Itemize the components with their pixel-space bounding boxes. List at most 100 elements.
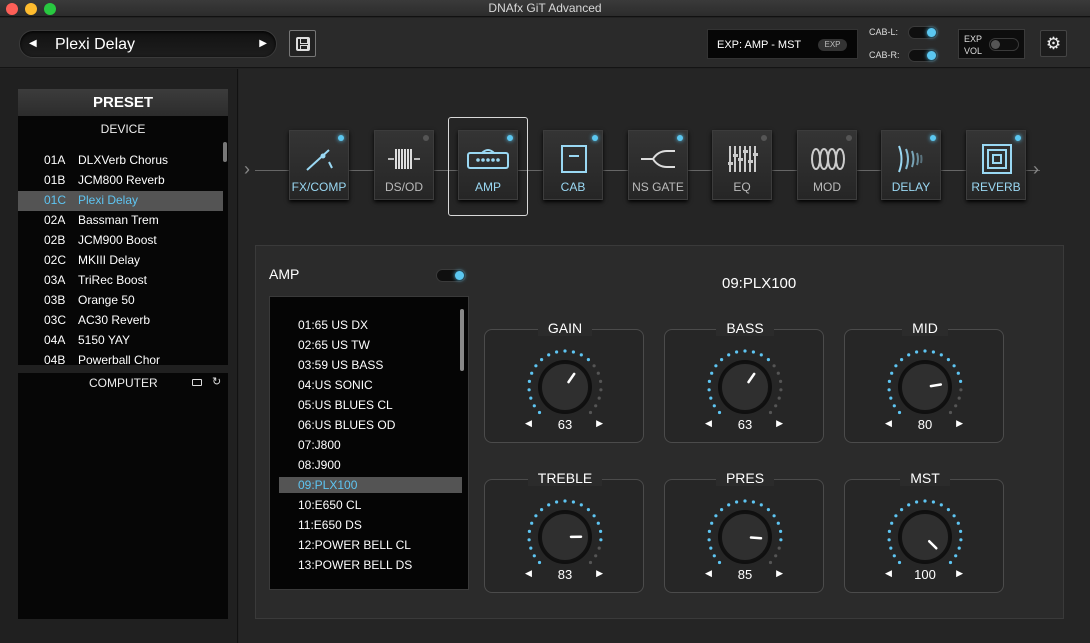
knob-gain: GAIN ◀ 63 ▶: [484, 320, 644, 443]
preset-list-item[interactable]: 03A TriRec Boost: [18, 271, 223, 291]
increase-arrow-icon[interactable]: ▶: [956, 418, 963, 429]
exp-vol-label-line1: EXP: [964, 34, 983, 44]
gear-icon: ⚙: [1045, 34, 1062, 53]
preset-list-item[interactable]: 02C MKIII Delay: [18, 251, 223, 271]
increase-arrow-icon[interactable]: ▶: [956, 568, 963, 579]
ns-gate-icon: [628, 144, 688, 174]
amp-model-item[interactable]: 06:US BLUES OD: [279, 417, 462, 433]
block-label: MOD: [813, 180, 841, 194]
chain-block-reverb[interactable]: REVERB: [966, 130, 1026, 200]
preset-name: 5150 YAY: [78, 333, 131, 347]
preset-name: Plexi Delay: [78, 193, 139, 207]
preset-list-item[interactable]: 01B JCM800 Reverb: [18, 171, 223, 191]
preset-list-item[interactable]: 04A 5150 YAY: [18, 331, 223, 351]
close-window-button[interactable]: [6, 3, 18, 15]
amp-model-item[interactable]: 12:POWER BELL CL: [279, 537, 462, 553]
cab-l-toggle[interactable]: [908, 26, 938, 39]
amp-model-item[interactable]: 01:65 US DX: [279, 317, 462, 333]
save-icon: [296, 37, 310, 51]
preset-list-item[interactable]: 02A Bassman Trem: [18, 211, 223, 231]
preset-code: 01A: [44, 153, 66, 167]
save-button[interactable]: [289, 30, 316, 57]
preset-name: Orange 50: [78, 293, 135, 307]
knob-pres: PRES ◀ 85 ▶: [664, 470, 824, 593]
amp-model-item[interactable]: 04:US SONIC: [279, 377, 462, 393]
block-label: EQ: [733, 180, 751, 194]
preset-list-item[interactable]: 03C AC30 Reverb: [18, 311, 223, 331]
knob-value: 85: [737, 567, 753, 582]
preset-name: Plexi Delay: [55, 36, 136, 53]
knob-value: 63: [737, 417, 753, 432]
title-bar: DNAfx GiT Advanced: [0, 0, 1090, 17]
exp-vol-panel: EXP VOL: [958, 29, 1025, 59]
block-status-led[interactable]: [761, 135, 767, 141]
knob-label: GAIN: [537, 320, 593, 336]
amp-model-list[interactable]: 01:65 US DX 02:65 US TW 03:59 US BASS 04:US…: [269, 296, 469, 590]
preset-list-item[interactable]: 03B Orange 50: [18, 291, 223, 311]
chain-block-eq[interactable]: EQ: [712, 130, 772, 200]
preset-name: Bassman Trem: [78, 213, 159, 227]
knob-label: PRES: [715, 470, 775, 486]
amp-enable-toggle[interactable]: [436, 269, 466, 282]
block-status-led[interactable]: [423, 135, 429, 141]
exp-badge[interactable]: EXP: [818, 39, 847, 51]
block-label: DS/OD: [384, 180, 423, 194]
zoom-window-button[interactable]: [44, 3, 56, 15]
computer-preset-list[interactable]: COMPUTER ↻: [18, 373, 228, 619]
preset-list-item[interactable]: 02B JCM900 Boost: [18, 231, 223, 251]
device-preset-list[interactable]: DEVICE 01A DLXVerb Chorus 01B JCM800 Reverb…: [18, 116, 228, 367]
block-label: REVERB: [971, 180, 1021, 194]
folder-icon[interactable]: [192, 379, 202, 386]
refresh-icon[interactable]: ↻: [212, 375, 221, 388]
amp-model-item[interactable]: 05:US BLUES CL: [279, 397, 462, 413]
block-status-led[interactable]: [1015, 135, 1021, 141]
preset-code: 01C: [44, 193, 67, 207]
next-preset-arrow-icon[interactable]: ▶: [259, 38, 267, 49]
knob-label: BASS: [716, 320, 774, 336]
chain-block-cab[interactable]: CAB: [543, 130, 603, 200]
preset-code: 02C: [44, 253, 67, 267]
amp-model-item[interactable]: 11:E650 DS: [279, 517, 462, 533]
chain-block-mod[interactable]: MOD: [797, 130, 857, 200]
preset-list-item[interactable]: 04B Powerball Chor: [18, 351, 223, 371]
chain-block-delay[interactable]: DELAY: [881, 130, 941, 200]
amp-model-item[interactable]: 02:65 US TW: [279, 337, 462, 353]
preset-list-scrollbar[interactable]: [223, 142, 227, 162]
amp-model-item[interactable]: 07:J800: [279, 437, 462, 453]
chain-block-fx-comp[interactable]: FX/COMP: [289, 130, 349, 200]
block-status-led[interactable]: [338, 135, 344, 141]
expression-assign-display: EXP: AMP - MST EXP: [707, 29, 858, 59]
eq-icon: [712, 144, 772, 174]
preset-code: 01B: [44, 173, 66, 187]
chain-block-ds-od[interactable]: DS/OD: [374, 130, 434, 200]
block-status-led[interactable]: [677, 135, 683, 141]
cab-l-label: CAB-L:: [869, 27, 899, 37]
amp-model-item[interactable]: 08:J900: [279, 457, 462, 473]
exp-vol-toggle[interactable]: [989, 38, 1019, 51]
cab-r-toggle[interactable]: [908, 49, 938, 62]
amp-model-item[interactable]: 09:PLX100: [279, 477, 462, 493]
block-status-led[interactable]: [846, 135, 852, 141]
increase-arrow-icon[interactable]: ▶: [776, 568, 783, 579]
settings-button[interactable]: ⚙: [1040, 30, 1067, 57]
preset-list-item[interactable]: 01C Plexi Delay: [18, 191, 223, 211]
amp-model-item[interactable]: 10:E650 CL: [279, 497, 462, 513]
knob-value: 83: [557, 567, 573, 582]
increase-arrow-icon[interactable]: ▶: [776, 418, 783, 429]
app-window: DNAfx GiT Advanced ◀ Plexi Delay ▶ EXP: …: [0, 0, 1090, 643]
block-status-led[interactable]: [930, 135, 936, 141]
preset-selector[interactable]: ◀ Plexi Delay ▶: [19, 30, 277, 58]
chain-block-ns-gate[interactable]: NS GATE: [628, 130, 688, 200]
increase-arrow-icon[interactable]: ▶: [596, 418, 603, 429]
preset-code: 02A: [44, 213, 66, 227]
previous-preset-arrow-icon[interactable]: ◀: [29, 38, 37, 49]
amp-model-item[interactable]: 13:POWER BELL DS: [279, 557, 462, 573]
ds-od-icon: [374, 144, 434, 174]
amp-model-item[interactable]: 03:59 US BASS: [279, 357, 462, 373]
increase-arrow-icon[interactable]: ▶: [596, 568, 603, 579]
minimize-window-button[interactable]: [25, 3, 37, 15]
preset-code: 03A: [44, 273, 66, 287]
preset-list-item[interactable]: 01A DLXVerb Chorus: [18, 151, 223, 171]
block-status-led[interactable]: [592, 135, 598, 141]
preset-sidebar: PRESET DEVICE 01A DLXVerb Chorus 01B JCM800…: [0, 69, 238, 643]
